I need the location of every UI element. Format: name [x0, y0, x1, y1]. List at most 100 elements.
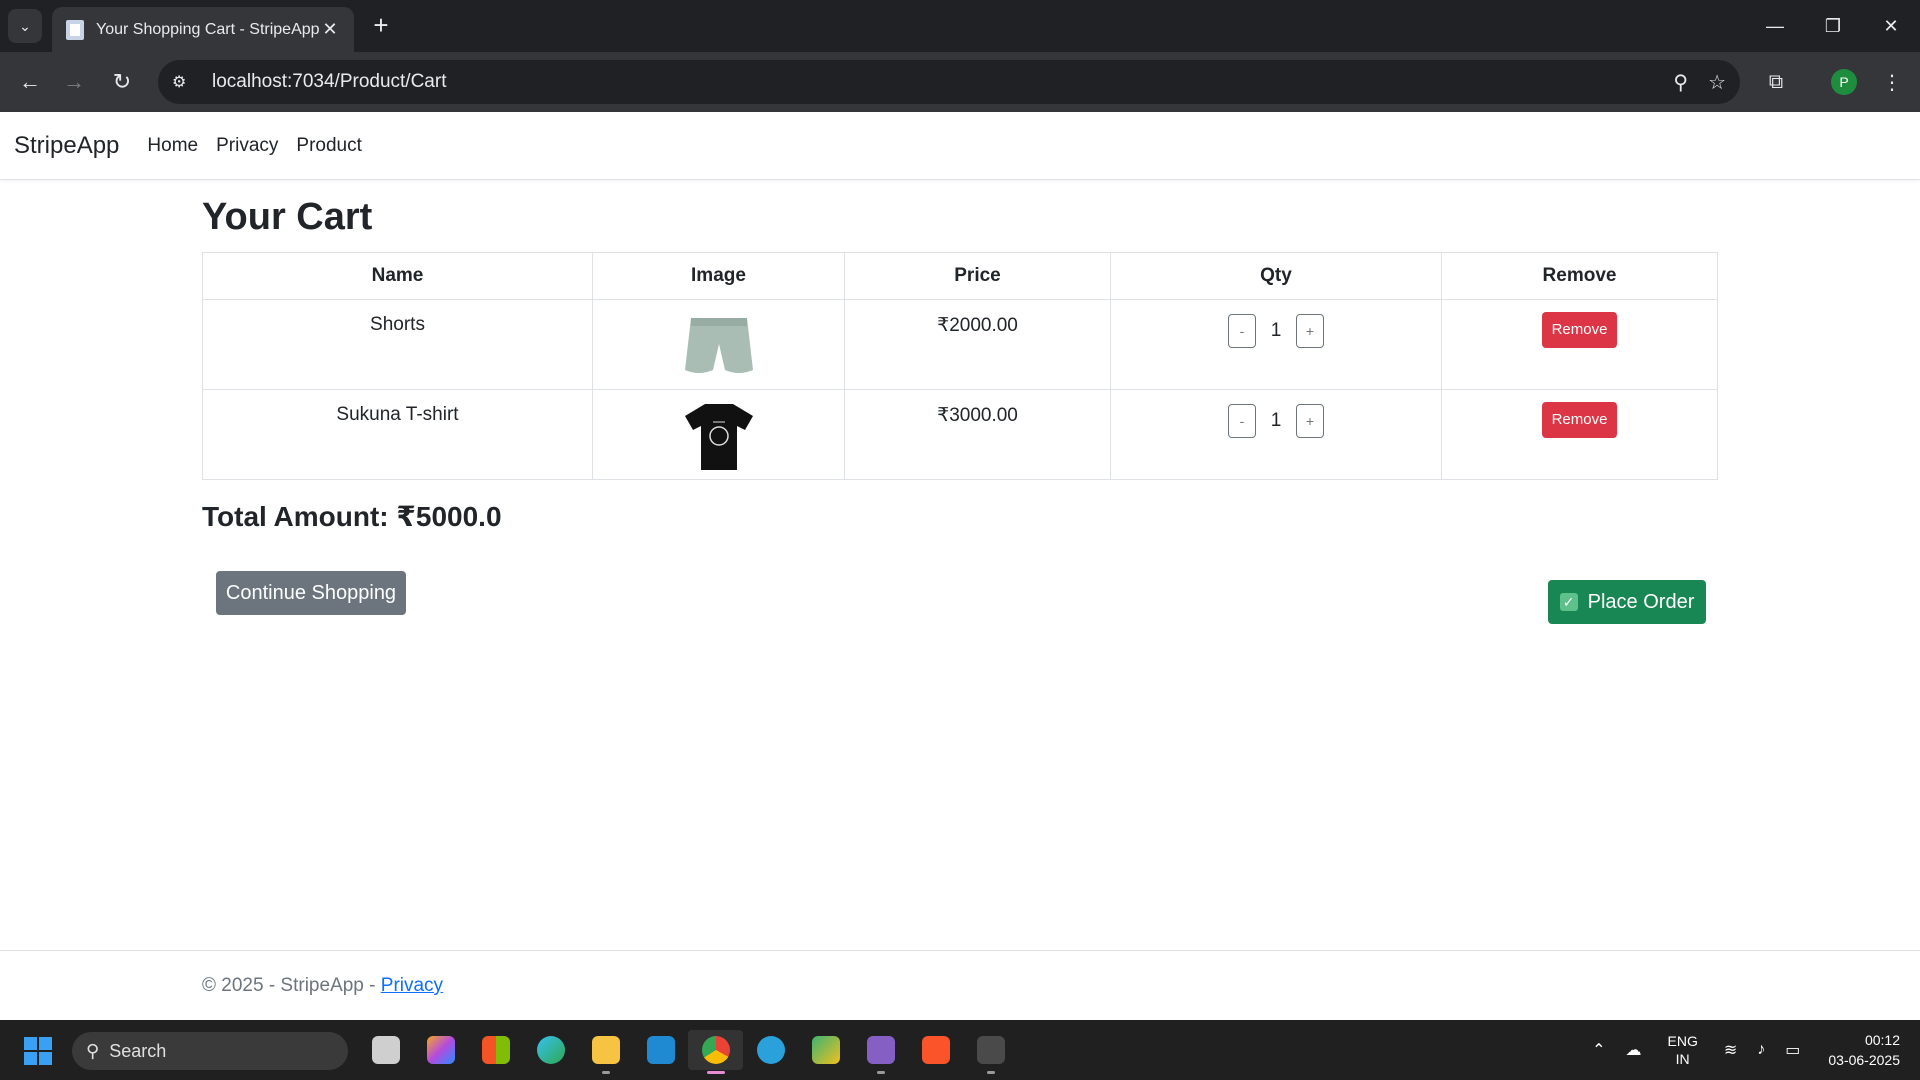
browser-tab-active[interactable]: Your Shopping Cart - StripeApp ✕ — [52, 7, 354, 52]
taskbar-search-label: Search — [109, 1040, 167, 1061]
column-header-qty: Qty — [1110, 252, 1442, 300]
page-footer: © 2025 - StripeApp - Privacy — [0, 950, 1920, 1020]
brand-link[interactable]: StripeApp — [14, 132, 119, 160]
item-price: ₹3000.00 — [844, 389, 1111, 480]
remove-button[interactable]: Remove — [1541, 402, 1618, 438]
item-qty-cell: - 1 + — [1110, 299, 1442, 390]
telegram-icon[interactable] — [743, 1030, 798, 1070]
menu-kebab-icon[interactable]: ⋮ — [1874, 64, 1910, 100]
language-indicator[interactable]: ENG IN — [1668, 1032, 1698, 1068]
region-code: IN — [1675, 1051, 1690, 1067]
store-icon[interactable] — [468, 1030, 523, 1070]
arrow-left-icon: ← — [19, 69, 41, 94]
clock-date: 03-06-2025 — [1828, 1052, 1900, 1068]
item-name: Shorts — [202, 299, 593, 390]
arrow-right-icon: → — [63, 69, 85, 94]
page-favicon-icon — [66, 19, 84, 40]
column-header-remove: Remove — [1441, 252, 1718, 300]
chrome-icon[interactable] — [688, 1030, 743, 1074]
continue-shopping-button[interactable]: Continue Shopping — [216, 571, 406, 615]
profile-button[interactable]: P — [1826, 64, 1862, 100]
onedrive-icon[interactable]: ☁ — [1626, 1040, 1642, 1060]
url-text[interactable]: localhost:7034/Product/Cart — [212, 71, 1653, 93]
terminal-icon[interactable] — [963, 1030, 1018, 1074]
shorts-image — [684, 318, 753, 373]
bookmark-star-icon[interactable]: ☆ — [1708, 70, 1726, 95]
table-row: Shorts ₹2000.00 - 1 + Remove — [202, 299, 1718, 390]
taskbar-apps — [358, 1030, 1018, 1074]
item-image-cell — [592, 299, 845, 390]
vscode-icon[interactable] — [633, 1030, 688, 1070]
battery-icon[interactable]: ▭ — [1785, 1040, 1800, 1060]
close-window-icon[interactable]: ✕ — [1862, 0, 1920, 52]
task-view-icon[interactable] — [358, 1030, 413, 1070]
close-tab-icon[interactable]: ✕ — [320, 19, 340, 40]
copyright-text: © 2025 - StripeApp - — [202, 975, 381, 996]
nav-link-privacy[interactable]: Privacy — [216, 135, 278, 157]
windows-taskbar: ⚲ Search ⌃ ☁ ENG IN ≋ ♪ ▭ 00:12 03-06-20… — [0, 1020, 1920, 1080]
clock[interactable]: 00:12 03-06-2025 — [1828, 1030, 1900, 1070]
qty-value: 1 — [1270, 320, 1282, 341]
taskbar-search[interactable]: ⚲ Search — [72, 1032, 348, 1070]
cart-container: Your Cart Name Image Price Qty Remove Sh… — [202, 196, 1718, 624]
clock-time: 00:12 — [1864, 1032, 1900, 1048]
windows-start-icon[interactable] — [24, 1037, 52, 1065]
system-tray: ⌃ ☁ ENG IN ≋ ♪ ▭ 00:12 03-06-2025 — [1582, 1020, 1920, 1080]
qty-value: 1 — [1270, 410, 1282, 431]
table-row: Sukuna T-shirt ₹3000.00 - 1 + Remove — [202, 389, 1718, 480]
place-order-button[interactable]: ✓ Place Order — [1548, 580, 1706, 624]
restore-icon[interactable]: ❐ — [1804, 0, 1862, 52]
item-image-cell — [592, 389, 845, 480]
qty-increase-button[interactable]: + — [1296, 314, 1324, 348]
place-order-label: Place Order — [1587, 590, 1695, 613]
photo-editor-icon[interactable] — [798, 1030, 853, 1070]
wifi-icon[interactable]: ≋ — [1724, 1040, 1737, 1060]
page-title: Your Cart — [202, 196, 373, 238]
item-remove-cell: Remove — [1441, 299, 1718, 390]
visual-studio-icon[interactable] — [853, 1030, 908, 1074]
tab-title: Your Shopping Cart - StripeApp — [96, 20, 320, 38]
chevron-down-icon: ⌄ — [19, 17, 31, 34]
window-controls: — ❐ ✕ — [1746, 0, 1920, 52]
reload-button[interactable]: ↻ — [104, 64, 140, 100]
new-tab-button[interactable]: + — [366, 12, 396, 38]
column-header-image: Image — [592, 252, 845, 300]
edge-icon[interactable] — [523, 1030, 578, 1070]
language-code: ENG — [1667, 1033, 1698, 1049]
nav-link-home[interactable]: Home — [147, 135, 198, 157]
copilot-icon[interactable] — [413, 1030, 468, 1070]
chevron-up-icon[interactable]: ⌃ — [1592, 1040, 1605, 1060]
brave-icon[interactable] — [908, 1030, 963, 1070]
volume-icon[interactable]: ♪ — [1757, 1041, 1765, 1059]
footer-text: © 2025 - StripeApp - Privacy — [202, 975, 443, 997]
remove-button[interactable]: Remove — [1541, 312, 1618, 348]
file-explorer-icon[interactable] — [578, 1030, 633, 1074]
column-header-name: Name — [202, 252, 593, 300]
checkmark-icon: ✓ — [1559, 593, 1578, 611]
browser-toolbar: ← → ↻ ⚙ localhost:7034/Product/Cart ⚲ ☆ … — [0, 52, 1920, 112]
avatar: P — [1831, 69, 1857, 95]
tab-search-button[interactable]: ⌄ — [8, 9, 42, 43]
site-info-icon[interactable]: ⚙ — [172, 72, 198, 92]
minimize-icon[interactable]: — — [1746, 0, 1804, 52]
qty-decrease-button[interactable]: - — [1228, 314, 1256, 348]
tshirt-image — [684, 404, 753, 470]
back-button[interactable]: ← — [12, 64, 48, 100]
table-header-row: Name Image Price Qty Remove — [202, 252, 1718, 300]
address-bar[interactable]: ⚙ localhost:7034/Product/Cart ⚲ ☆ — [158, 60, 1740, 104]
app-navbar: StripeApp Home Privacy Product — [0, 112, 1920, 180]
forward-button[interactable]: → — [56, 64, 92, 100]
total-amount: Total Amount: ₹5000.0 — [202, 501, 502, 532]
item-name: Sukuna T-shirt — [202, 389, 593, 480]
footer-privacy-link[interactable]: Privacy — [381, 975, 443, 996]
item-price: ₹2000.00 — [844, 299, 1111, 390]
item-remove-cell: Remove — [1441, 389, 1718, 480]
qty-decrease-button[interactable]: - — [1228, 404, 1256, 438]
reload-icon: ↻ — [112, 69, 132, 94]
cart-table: Name Image Price Qty Remove Shorts ₹2000… — [202, 252, 1718, 480]
extensions-icon[interactable]: ⧉ — [1758, 64, 1794, 100]
zoom-icon[interactable]: ⚲ — [1673, 70, 1688, 95]
item-qty-cell: - 1 + — [1110, 389, 1442, 480]
nav-link-product[interactable]: Product — [296, 135, 361, 157]
qty-increase-button[interactable]: + — [1296, 404, 1324, 438]
